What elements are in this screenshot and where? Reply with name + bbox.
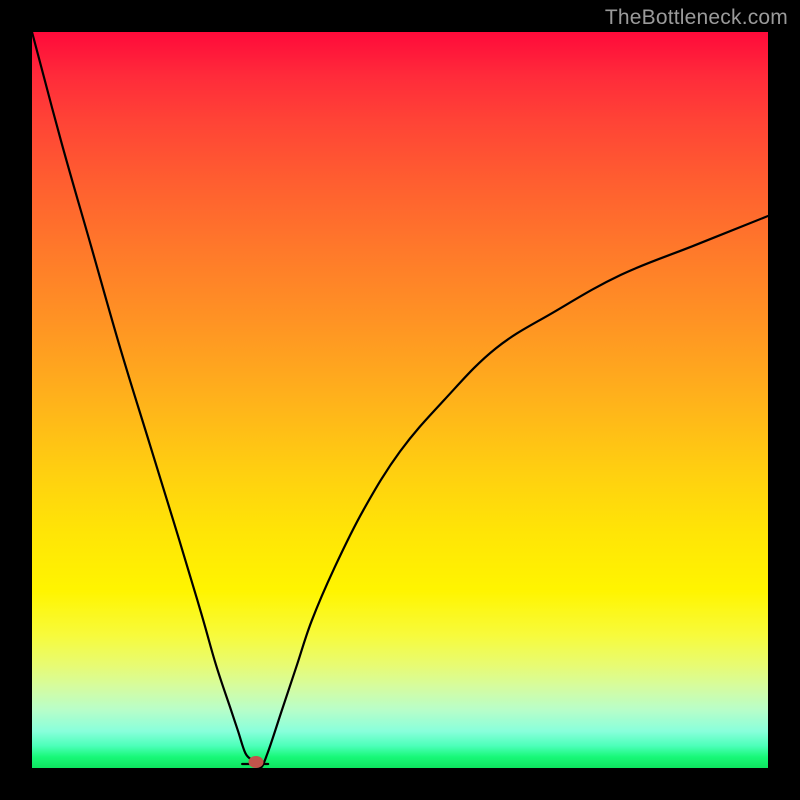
- plot-area: [32, 32, 768, 768]
- chart-frame: TheBottleneck.com: [0, 0, 800, 800]
- bottleneck-curve: [32, 32, 768, 768]
- watermark-text: TheBottleneck.com: [605, 6, 788, 30]
- optimum-marker: [249, 756, 264, 768]
- curve-svg: [32, 32, 768, 768]
